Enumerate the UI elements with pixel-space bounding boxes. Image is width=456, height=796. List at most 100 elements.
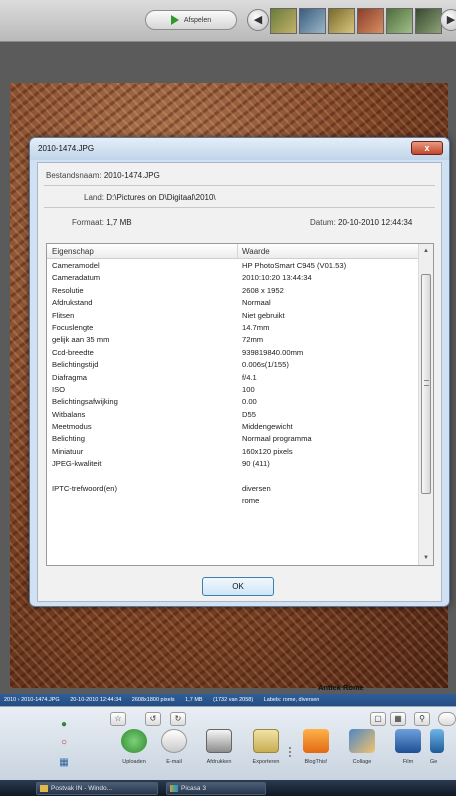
rotate-right-icon[interactable]: ↻: [170, 712, 186, 726]
dialog-titlebar[interactable]: 2010-1474.JPG x: [30, 138, 449, 160]
play-slideshow-button[interactable]: Afspelen: [145, 10, 237, 30]
date-row: Datum: 20-10-2010 12:44:34: [310, 218, 412, 227]
location-value: D:\Pictures on D\Digitaal\2010\: [106, 193, 216, 202]
table-row[interactable]: Focuslengte 14.7mm: [47, 322, 419, 334]
table-row[interactable]: gelijk aan 35 mm 72mm: [47, 334, 419, 346]
table-row[interactable]: IPTC-trefwoord(en) diversen: [47, 483, 419, 495]
table-row[interactable]: Belichting Normaal programma: [47, 433, 419, 445]
collage-label: Collage: [352, 759, 372, 765]
movie-button[interactable]: Film: [386, 729, 430, 777]
property-value: f/4.1: [242, 372, 257, 382]
scrollbar-thumb[interactable]: [421, 274, 431, 494]
printer-icon: [206, 729, 232, 753]
property-name: JPEG-kwaliteit: [52, 459, 102, 469]
table-row[interactable]: Meetmodus Middengewicht: [47, 421, 419, 433]
thumbnail[interactable]: [415, 8, 442, 34]
table-row[interactable]: ISO 100: [47, 384, 419, 396]
blogger-icon: [303, 729, 329, 753]
table-row[interactable]: Belichtingsafwijking 0.00: [47, 396, 419, 408]
property-name: Focuslengte: [52, 322, 94, 332]
table-header: Eigenschap Waarde: [47, 244, 419, 259]
viewer-toolbar: Afspelen ◀ ▶: [0, 0, 456, 42]
table-row[interactable]: Cameramodel HP PhotoSmart C945 (V01.53): [47, 260, 419, 272]
status-labels: Labels: rome, diversen: [263, 697, 320, 703]
view-grid-icon[interactable]: ▦: [390, 712, 406, 726]
thumbnail[interactable]: [299, 8, 326, 34]
pin-icon[interactable]: ●: [57, 719, 71, 731]
export-label: Exporteren: [252, 759, 280, 765]
table-row[interactable]: JPEG-kwaliteit 90 (411): [47, 458, 419, 470]
property-value: 0.006s(1/155): [242, 360, 289, 370]
property-name: Belichting: [52, 434, 85, 444]
size-label: Formaat:: [72, 218, 105, 227]
scroll-down-icon[interactable]: ▼: [419, 551, 433, 565]
view-single-icon[interactable]: ▢: [370, 712, 386, 726]
geotag-label: Ge: [430, 759, 438, 765]
status-bar: 2010 › 2010-1474.JPG 20-10-2010 12:44:34…: [0, 694, 456, 706]
table-row[interactable]: Ccd-breedte 939819840.00mm: [47, 347, 419, 359]
taskbar-item-outlook[interactable]: Postvak IN - Windo...: [36, 782, 158, 795]
column-header-value[interactable]: Waarde: [242, 247, 270, 256]
taskbar-item-label: Picasa 3: [181, 785, 206, 792]
dialog-title: 2010-1474.JPG: [38, 144, 95, 153]
arrow-right-icon[interactable]: ▶: [440, 9, 456, 31]
email-icon: [161, 729, 187, 753]
arrow-left-icon[interactable]: ◀: [247, 9, 269, 31]
properties-dialog: 2010-1474.JPG x Bestandsnaam: 2010-1474.…: [29, 137, 450, 607]
table-row[interactable]: Witbalans D55: [47, 409, 419, 421]
separator: [289, 747, 291, 757]
tray-menu-icon[interactable]: ▦: [57, 757, 71, 769]
print-button[interactable]: Afdrukken: [197, 729, 241, 777]
property-value: 2010:10:20 13:44:34: [242, 273, 312, 283]
property-name: Witbalans: [52, 409, 86, 419]
column-divider[interactable]: [237, 244, 238, 259]
hold-icon[interactable]: ○: [57, 737, 71, 749]
upload-button[interactable]: Uploaden: [112, 729, 156, 777]
movie-icon: [395, 729, 421, 753]
table-row[interactable]: [47, 471, 419, 483]
table-row[interactable]: rome: [47, 495, 419, 507]
geotag-icon: [430, 729, 444, 753]
zoom-icon[interactable]: ⚲: [414, 712, 430, 726]
scroll-up-icon[interactable]: ▲: [419, 244, 433, 258]
thumbnail[interactable]: [357, 8, 384, 34]
property-value: 160x120 pixels: [242, 446, 293, 456]
table-row[interactable]: Diafragma f/4.1: [47, 372, 419, 384]
status-date: 20-10-2010 12:44:34: [70, 697, 122, 703]
table-row[interactable]: Resolutie 2608 x 1952: [47, 285, 419, 297]
blogthis-button[interactable]: BlogThis!: [294, 729, 338, 777]
table-row[interactable]: Miniatuur 160x120 pixels: [47, 446, 419, 458]
folder-icon: [253, 729, 279, 753]
location-label: Land:: [84, 193, 105, 202]
property-value: D55: [242, 409, 256, 419]
vertical-scrollbar[interactable]: ▲ ▼: [418, 244, 433, 565]
export-button[interactable]: Exporteren: [244, 729, 288, 777]
collage-button[interactable]: Collage: [340, 729, 384, 777]
property-name: Cameradatum: [52, 273, 101, 283]
photo-caption[interactable]: Antiek Rome: [318, 683, 364, 692]
play-label: Afspelen: [183, 16, 212, 24]
property-name: IPTC-trefwoord(en): [52, 484, 117, 494]
table-row[interactable]: Flitsen Niet gebruikt: [47, 310, 419, 322]
thumbnail[interactable]: [270, 8, 297, 34]
ok-button[interactable]: OK: [202, 577, 274, 596]
email-button[interactable]: E-mail: [152, 729, 196, 777]
thumbnail[interactable]: [386, 8, 413, 34]
dialog-body: Bestandsnaam: 2010-1474.JPG Land: D:\Pic…: [37, 162, 442, 602]
rotate-left-icon[interactable]: ↺: [145, 712, 161, 726]
size-value: 1,7 MB: [106, 218, 132, 227]
star-icon[interactable]: ☆: [110, 712, 126, 726]
table-row[interactable]: Afdrukstand Normaal: [47, 297, 419, 309]
table-row[interactable]: Cameradatum 2010:10:20 13:44:34: [47, 272, 419, 284]
close-icon[interactable]: x: [411, 141, 443, 155]
column-header-property[interactable]: Eigenschap: [52, 247, 94, 256]
property-name: Afdrukstand: [52, 298, 93, 308]
property-value: 72mm: [242, 335, 264, 345]
table-row[interactable]: Belichtingstijd 0.006s(1/155): [47, 359, 419, 371]
taskbar-item-picasa[interactable]: Picasa 3: [166, 782, 266, 795]
collage-icon: [349, 729, 375, 753]
zoom-slider[interactable]: [438, 712, 456, 726]
geotag-button[interactable]: Ge: [430, 729, 456, 777]
thumbnail[interactable]: [328, 8, 355, 34]
date-value: 20-10-2010 12:44:34: [338, 218, 413, 227]
